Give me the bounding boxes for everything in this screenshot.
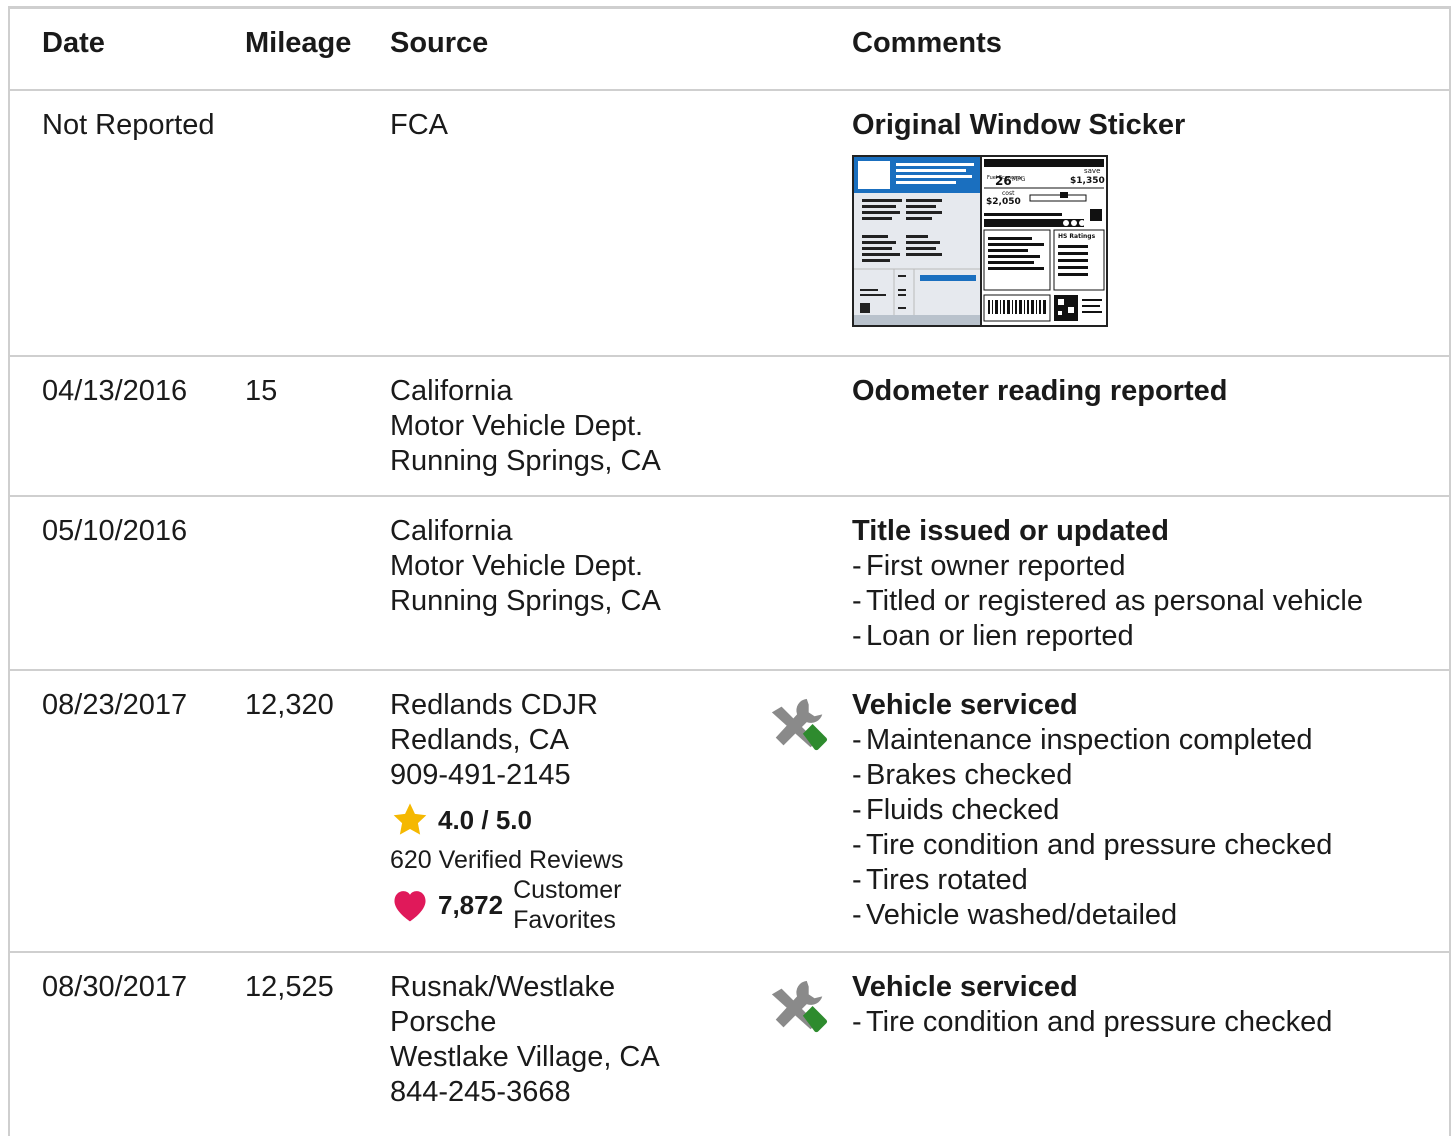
sticker-save-label: save [1084, 167, 1100, 175]
comment-item: Titled or registered as personal vehicle [852, 584, 1363, 619]
row-source: FCA [390, 108, 448, 143]
source-line: Motor Vehicle Dept. [390, 550, 644, 582]
row-date: Not Reported [42, 109, 215, 141]
row-source: Redlands CDJR Redlands, CA 909-491-2145 … [390, 688, 623, 935]
header-source: Source [390, 27, 489, 59]
source-line: Running Springs, CA [390, 585, 661, 617]
header-comments: Comments [852, 27, 1002, 59]
dealer-rating: 4.0 / 5.0 [390, 801, 623, 839]
heart-icon [394, 891, 426, 922]
row-mileage: 15 [245, 375, 278, 407]
comment-title: Original Window Sticker [852, 109, 1186, 141]
header-mileage: Mileage [245, 27, 352, 59]
row-mileage: 12,320 [245, 689, 334, 721]
sticker-mpg: 26 [995, 174, 1012, 188]
table-row: Not Reported FCA Original Window Sticker [10, 91, 1451, 357]
comment-title: Vehicle serviced [852, 689, 1078, 721]
favorites-label-line: Favorites [513, 906, 616, 934]
row-date: 05/10/2016 [42, 515, 188, 547]
row-comments: Vehicle serviced Tire condition and pres… [852, 970, 1332, 1040]
sticker-cost-amount: $2,050 [986, 197, 1021, 207]
row-date: 04/13/2016 [42, 375, 188, 407]
comment-item: Maintenance inspection completed [852, 723, 1332, 758]
table-row: 04/13/2016 15 California Motor Vehicle D… [10, 357, 1451, 497]
header-date: Date [42, 27, 105, 59]
dealer-phone[interactable]: 844-245-3668 [390, 1075, 660, 1110]
sticker-cost-label: cost [1002, 190, 1015, 197]
verified-reviews-link[interactable]: 620 Verified Reviews [390, 845, 623, 875]
vehicle-history-table: Date Mileage Source Comments Not Reporte… [8, 6, 1451, 1136]
sticker-mpg-unit: MPG [1012, 176, 1026, 183]
comment-item: Tire condition and pressure checked [852, 1005, 1332, 1040]
window-sticker-image: Fuel Economy 26 MPG save $1,350 cost $2,… [854, 157, 1106, 325]
source-line: Motor Vehicle Dept. [390, 410, 644, 442]
favorites-label-line: Customer [513, 876, 622, 904]
comment-item: Tire condition and pressure checked [852, 828, 1332, 863]
table-row: 05/10/2016 California Motor Vehicle Dept… [10, 497, 1451, 671]
source-line: Redlands, CA [390, 724, 569, 756]
row-date: 08/30/2017 [42, 971, 188, 1003]
comment-item: Vehicle washed/detailed [852, 898, 1332, 933]
source-line: California [390, 515, 513, 547]
source-line: FCA [390, 109, 448, 141]
comment-title: Vehicle serviced [852, 971, 1078, 1003]
source-line: Redlands CDJR [390, 689, 598, 721]
source-line: Rusnak/Westlake [390, 971, 616, 1003]
row-mileage: 12,525 [245, 971, 334, 1003]
comment-title: Title issued or updated [852, 515, 1169, 547]
favorites-count: 7,872 [438, 889, 504, 920]
sticker-save-amount: $1,350 [1070, 176, 1105, 186]
comment-item: Brakes checked [852, 758, 1332, 793]
comment-title: Odometer reading reported [852, 375, 1228, 407]
comment-item: Tires rotated [852, 863, 1332, 898]
source-line: Porsche [390, 1006, 497, 1038]
service-wrench-icon [771, 698, 828, 751]
row-date: 08/23/2017 [42, 689, 188, 721]
row-comments: Odometer reading reported [852, 374, 1227, 409]
table-row: 08/30/2017 12,525 Rusnak/Westlake Porsch… [10, 953, 1451, 1143]
sticker-ratings: HS Ratings [1058, 233, 1096, 240]
service-wrench-icon [771, 980, 828, 1033]
table-row: 08/23/2017 12,320 Redlands CDJR Redlands… [10, 671, 1451, 953]
comment-item: Fluids checked [852, 793, 1332, 828]
row-source: California Motor Vehicle Dept. Running S… [390, 374, 661, 479]
comment-item: First owner reported [852, 549, 1363, 584]
dealer-phone[interactable]: 909-491-2145 [390, 758, 623, 793]
table-header: Date Mileage Source Comments [10, 9, 1451, 91]
row-comments: Title issued or updated First owner repo… [852, 514, 1363, 654]
row-source: Rusnak/Westlake Porsche Westlake Village… [390, 970, 660, 1110]
comment-item: Loan or lien reported [852, 619, 1363, 654]
window-sticker-thumbnail[interactable]: Fuel Economy 26 MPG save $1,350 cost $2,… [852, 155, 1108, 327]
source-line: California [390, 375, 513, 407]
favorites-label: Customer Favorites [513, 875, 621, 935]
row-source: California Motor Vehicle Dept. Running S… [390, 514, 661, 619]
star-icon [393, 803, 427, 835]
rating-value: 4.0 / 5.0 [438, 804, 532, 835]
source-line: Westlake Village, CA [390, 1041, 660, 1073]
source-line: Running Springs, CA [390, 445, 661, 477]
row-comments: Vehicle serviced Maintenance inspection … [852, 688, 1332, 933]
row-comments: Original Window Sticker Fuel Economy 26 … [852, 108, 1185, 327]
customer-favorites: 7,872 Customer Favorites [390, 875, 623, 935]
